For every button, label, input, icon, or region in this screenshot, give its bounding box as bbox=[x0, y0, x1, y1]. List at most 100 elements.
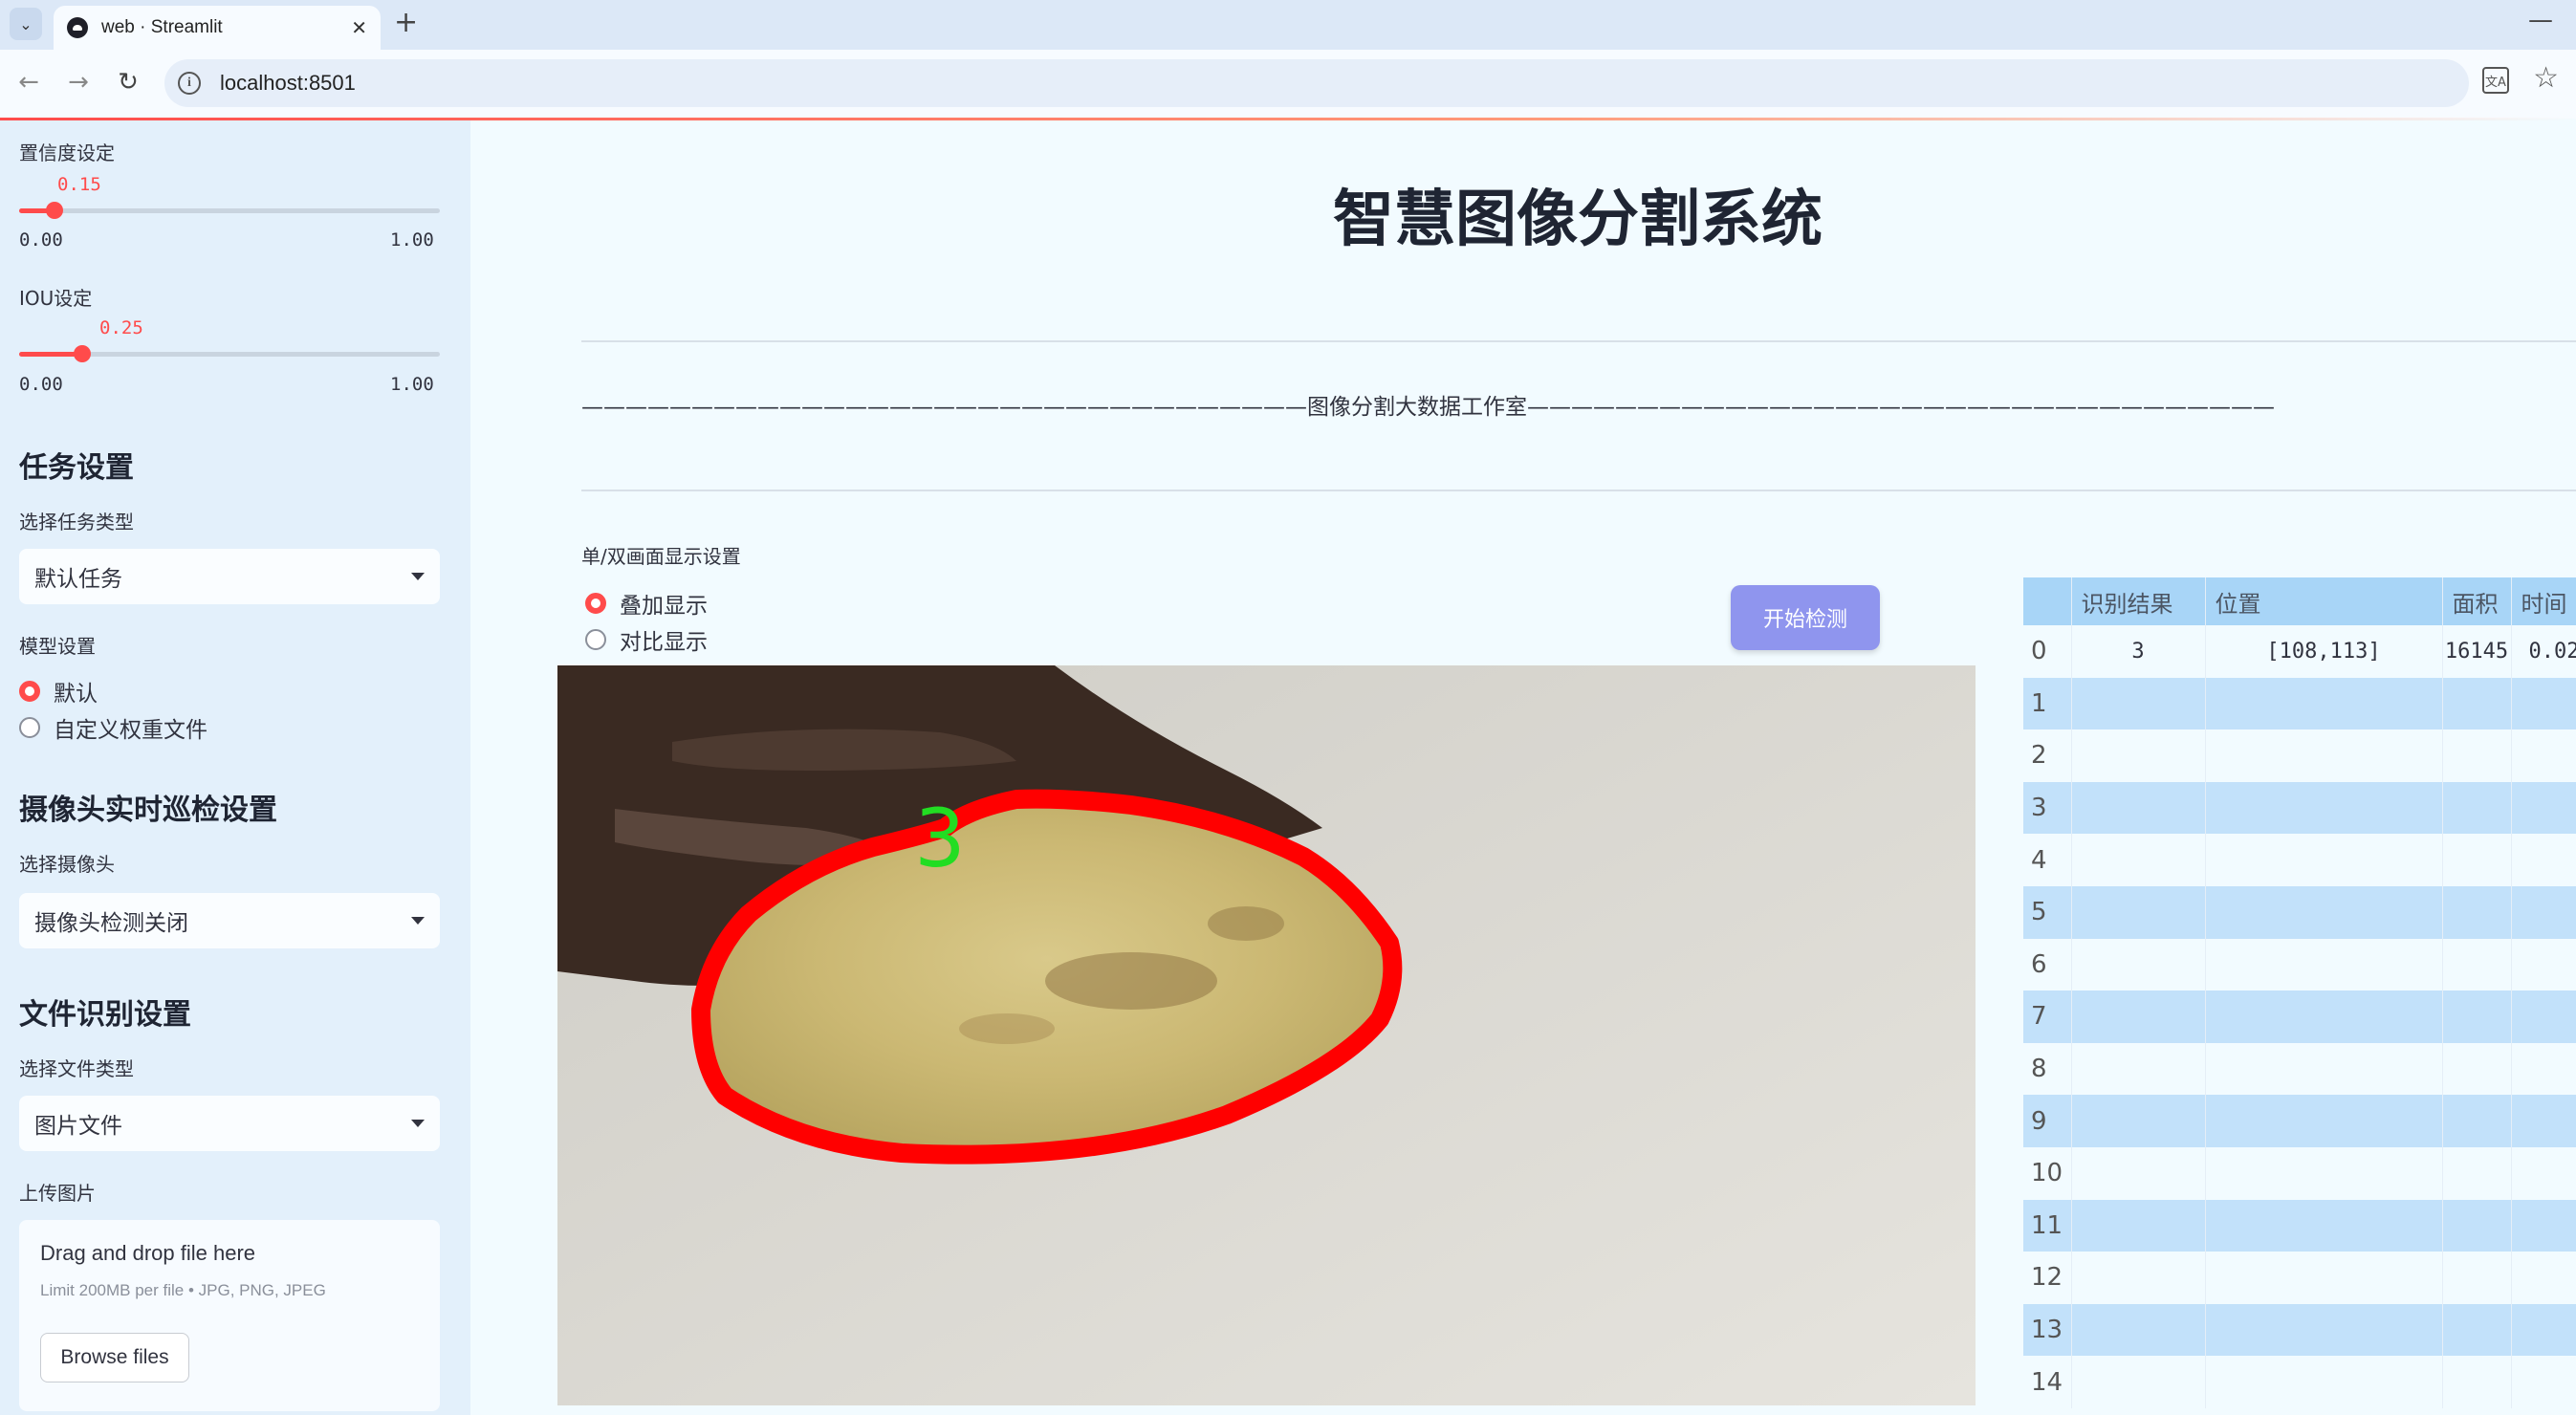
cell-position[interactable] bbox=[2205, 938, 2443, 991]
forward-arrow-icon[interactable]: → bbox=[59, 63, 98, 101]
cell-position[interactable] bbox=[2205, 1042, 2443, 1096]
row-index[interactable]: 8 bbox=[2023, 1042, 2072, 1096]
table-row[interactable]: 0 3 [108,113] 16145 0.02 bbox=[2023, 625, 2576, 678]
cell-time[interactable] bbox=[2511, 938, 2576, 991]
cell-position[interactable] bbox=[2205, 1303, 2443, 1357]
row-index[interactable]: 11 bbox=[2023, 1199, 2072, 1252]
url-input[interactable]: i localhost:8501 bbox=[164, 59, 2469, 107]
cell-time[interactable]: 0.02 bbox=[2511, 625, 2576, 678]
results-dataframe[interactable]: 识别结果 位置 面积 时间 0 3 [108,113] 16145 0.02 1 2 3 4 5 6… bbox=[2023, 577, 2576, 1408]
cell-position[interactable] bbox=[2205, 677, 2443, 730]
column-header[interactable]: 面积 bbox=[2442, 577, 2512, 625]
cell-time[interactable] bbox=[2511, 1252, 2576, 1304]
row-index[interactable]: 9 bbox=[2023, 1095, 2072, 1147]
cell-result[interactable] bbox=[2071, 1252, 2206, 1304]
table-row[interactable]: 6 bbox=[2023, 938, 2576, 991]
model-option-default[interactable]: 默认 bbox=[19, 675, 98, 708]
cell-area[interactable] bbox=[2442, 781, 2512, 835]
cell-area[interactable] bbox=[2442, 1199, 2512, 1252]
window-minimize-icon[interactable]: — bbox=[2528, 6, 2553, 34]
translate-icon[interactable]: 文A bbox=[2482, 67, 2509, 94]
reload-icon[interactable]: ↻ bbox=[109, 63, 147, 101]
cell-area[interactable] bbox=[2442, 938, 2512, 991]
cell-result[interactable]: 3 bbox=[2071, 625, 2206, 678]
radio-unselected-icon[interactable] bbox=[19, 717, 40, 738]
row-index[interactable]: 4 bbox=[2023, 834, 2072, 886]
column-header[interactable]: 识别结果 bbox=[2071, 577, 2206, 625]
cell-result[interactable] bbox=[2071, 1042, 2206, 1096]
radio-selected-icon[interactable] bbox=[585, 593, 606, 614]
table-row[interactable]: 11 bbox=[2023, 1199, 2576, 1252]
file-type-select[interactable]: 图片文件 bbox=[19, 1096, 440, 1151]
iou-slider[interactable] bbox=[19, 345, 440, 362]
cell-area[interactable] bbox=[2442, 990, 2512, 1043]
back-arrow-icon[interactable]: ← bbox=[10, 63, 48, 101]
results-table[interactable]: 识别结果 位置 面积 时间 0 3 [108,113] 16145 0.02 1 2 3 4 5 6… bbox=[2023, 577, 2576, 1415]
cell-time[interactable] bbox=[2511, 990, 2576, 1043]
cell-result[interactable] bbox=[2071, 1303, 2206, 1357]
cell-result[interactable] bbox=[2071, 1199, 2206, 1252]
cell-area[interactable] bbox=[2442, 885, 2512, 939]
browse-files-button[interactable]: Browse files bbox=[40, 1333, 189, 1382]
cell-area[interactable] bbox=[2442, 1146, 2512, 1200]
model-option-custom[interactable]: 自定义权重文件 bbox=[19, 711, 207, 744]
cell-result[interactable] bbox=[2071, 1146, 2206, 1200]
tab-close-icon[interactable]: ✕ bbox=[351, 16, 367, 39]
cell-area[interactable] bbox=[2442, 1356, 2512, 1408]
row-index[interactable]: 10 bbox=[2023, 1146, 2072, 1200]
row-index[interactable]: 3 bbox=[2023, 781, 2072, 835]
row-index[interactable]: 1 bbox=[2023, 677, 2072, 730]
table-row[interactable]: 14 bbox=[2023, 1356, 2576, 1408]
cell-time[interactable] bbox=[2511, 677, 2576, 730]
cell-area[interactable] bbox=[2442, 1252, 2512, 1304]
cell-position[interactable] bbox=[2205, 1356, 2443, 1408]
cell-area[interactable] bbox=[2442, 1303, 2512, 1357]
cell-position[interactable] bbox=[2205, 990, 2443, 1043]
cell-time[interactable] bbox=[2511, 1146, 2576, 1200]
table-row[interactable]: 9 bbox=[2023, 1095, 2576, 1147]
table-row[interactable]: 1 bbox=[2023, 677, 2576, 730]
cell-area[interactable]: 16145 bbox=[2442, 625, 2512, 678]
cell-time[interactable] bbox=[2511, 885, 2576, 939]
confidence-slider-thumb[interactable] bbox=[45, 202, 63, 219]
row-index[interactable]: 12 bbox=[2023, 1252, 2072, 1304]
cell-time[interactable] bbox=[2511, 781, 2576, 835]
bookmark-star-icon[interactable]: ☆ bbox=[2533, 61, 2559, 95]
browser-tab[interactable]: web · Streamlit ✕ bbox=[54, 6, 381, 50]
cell-position[interactable] bbox=[2205, 885, 2443, 939]
table-row[interactable]: 13 bbox=[2023, 1303, 2576, 1357]
table-row[interactable]: 10 bbox=[2023, 1146, 2576, 1200]
cell-result[interactable] bbox=[2071, 834, 2206, 886]
row-index[interactable]: 5 bbox=[2023, 885, 2072, 939]
table-row[interactable]: 8 bbox=[2023, 1042, 2576, 1096]
cell-result[interactable] bbox=[2071, 1095, 2206, 1147]
cell-position[interactable] bbox=[2205, 1146, 2443, 1200]
start-detection-button[interactable]: 开始检测 bbox=[1731, 585, 1880, 650]
confidence-slider[interactable] bbox=[19, 202, 440, 219]
table-row[interactable]: 7 bbox=[2023, 990, 2576, 1043]
row-index[interactable]: 6 bbox=[2023, 938, 2072, 991]
display-option-overlay[interactable]: 叠加显示 bbox=[585, 587, 708, 620]
cell-time[interactable] bbox=[2511, 729, 2576, 782]
cell-result[interactable] bbox=[2071, 938, 2206, 991]
table-row[interactable]: 12 bbox=[2023, 1252, 2576, 1304]
display-option-compare[interactable]: 对比显示 bbox=[585, 623, 708, 656]
cell-result[interactable] bbox=[2071, 885, 2206, 939]
cell-position[interactable]: [108,113] bbox=[2205, 625, 2443, 678]
row-index[interactable]: 7 bbox=[2023, 990, 2072, 1043]
cell-position[interactable] bbox=[2205, 781, 2443, 835]
camera-select[interactable]: 摄像头检测关闭 bbox=[19, 893, 440, 948]
radio-selected-icon[interactable] bbox=[19, 681, 40, 702]
row-index[interactable]: 0 bbox=[2023, 625, 2072, 678]
cell-time[interactable] bbox=[2511, 1303, 2576, 1357]
cell-result[interactable] bbox=[2071, 1356, 2206, 1408]
table-row[interactable]: 3 bbox=[2023, 781, 2576, 835]
site-info-icon[interactable]: i bbox=[178, 72, 201, 95]
cell-time[interactable] bbox=[2511, 1095, 2576, 1147]
table-row[interactable]: 2 bbox=[2023, 729, 2576, 782]
radio-unselected-icon[interactable] bbox=[585, 629, 606, 650]
cell-result[interactable] bbox=[2071, 781, 2206, 835]
cell-position[interactable] bbox=[2205, 729, 2443, 782]
cell-result[interactable] bbox=[2071, 990, 2206, 1043]
cell-area[interactable] bbox=[2442, 677, 2512, 730]
